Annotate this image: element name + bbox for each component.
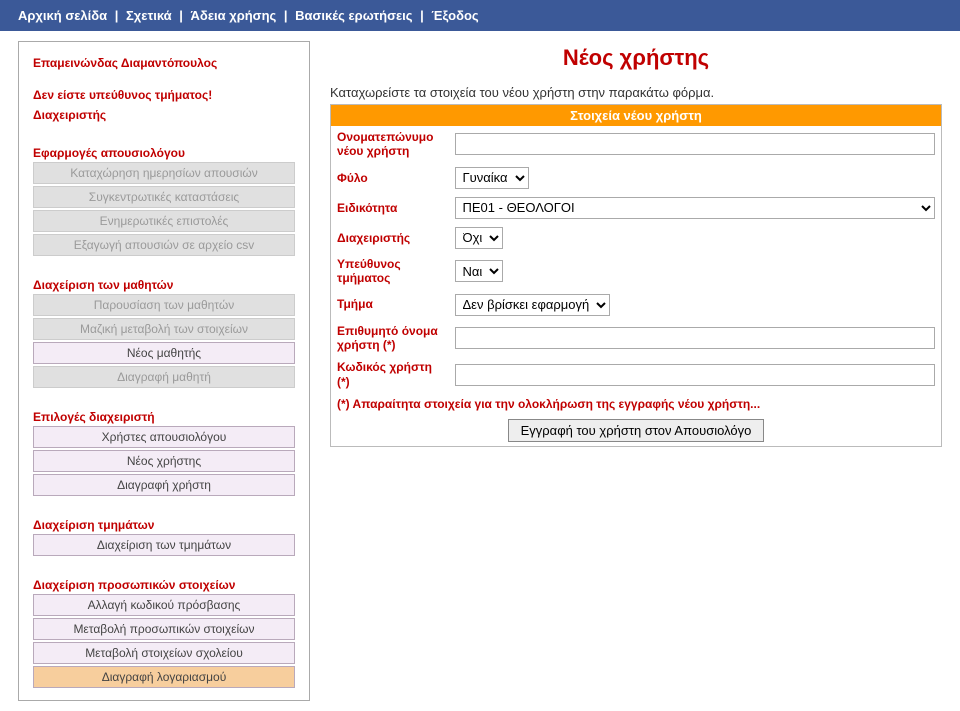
nav-faq[interactable]: Βασικές ερωτήσεις [295,8,412,23]
menu-delete-student[interactable]: Διαγραφή μαθητή [33,366,295,388]
menu-new-user[interactable]: Νέος χρήστης [33,450,295,472]
label-supervisor: Υπεύθυνος τμήματος [331,253,449,290]
main-content: Νέος χρήστης Καταχωρείστε τα στοιχεία το… [330,41,942,447]
top-nav: Αρχική σελίδα | Σχετικά | Άδεια χρήσης |… [0,0,960,31]
form-header: Στοιχεία νέου χρήστη [331,105,942,127]
form-footnote: (*) Απαραίτητα στοιχεία για την ολοκλήρω… [331,393,942,415]
user-name: Επαμεινώνδας Διαμαντόπουλος [27,54,301,72]
label-username: Επιθυμητό όνομα χρήστη (*) [331,320,449,357]
section-admin-heading: Επιλογές διαχειριστή [27,406,301,426]
page-description: Καταχωρείστε τα στοιχεία του νέου χρήστη… [330,85,942,100]
label-admin: Διαχειριστής [331,223,449,253]
label-specialty: Ειδικότητα [331,193,449,223]
label-password: Κωδικός χρήστη (*) [331,356,449,393]
section-personal-heading: Διαχείριση προσωπικών στοιχείων [27,574,301,594]
menu-show-students[interactable]: Παρουσίαση των μαθητών [33,294,295,316]
menu-change-password[interactable]: Αλλαγή κωδικού πρόσβασης [33,594,295,616]
nav-license[interactable]: Άδεια χρήσης [191,8,277,23]
submit-button[interactable] [508,419,765,442]
menu-letters[interactable]: Ενημερωτικές επιστολές [33,210,295,232]
select-admin[interactable]: Όχι [455,227,503,249]
section-classes-heading: Διαχείριση τμημάτων [27,514,301,534]
section-absences-heading: Εφαρμογές απουσιολόγου [27,142,301,162]
sidebar: Επαμεινώνδας Διαμαντόπουλος Δεν είστε υπ… [18,41,310,701]
menu-users[interactable]: Χρήστες απουσιολόγου [33,426,295,448]
menu-export-csv[interactable]: Εξαγωγή απουσιών σε αρχείο csv [33,234,295,256]
menu-bulk-edit[interactable]: Μαζική μεταβολή των στοιχείων [33,318,295,340]
label-fullname: Ονοματεπώνυμο νέου χρήστη [331,126,449,163]
menu-new-student[interactable]: Νέος μαθητής [33,342,295,364]
user-status-1: Δεν είστε υπεύθυνος τμήματος! [27,86,301,104]
user-status-2: Διαχειριστής [27,106,301,124]
input-username[interactable] [455,327,936,349]
input-fullname[interactable] [455,133,936,155]
new-user-form: Στοιχεία νέου χρήστη Ονοματεπώνυμο νέου … [330,104,942,447]
menu-daily-absences[interactable]: Καταχώρηση ημερησίων απουσιών [33,162,295,184]
select-section[interactable]: Δεν βρίσκει εφαρμογή [455,294,610,316]
menu-manage-classes[interactable]: Διαχείριση των τμημάτων [33,534,295,556]
select-specialty[interactable]: ΠΕ01 - ΘΕΟΛΟΓΟΙ [455,197,936,219]
menu-summary[interactable]: Συγκεντρωτικές καταστάσεις [33,186,295,208]
page-title: Νέος χρήστης [330,45,942,71]
nav-logout[interactable]: Έξοδος [431,8,478,23]
menu-delete-user[interactable]: Διαγραφή χρήστη [33,474,295,496]
menu-edit-personal[interactable]: Μεταβολή προσωπικών στοιχείων [33,618,295,640]
menu-delete-account[interactable]: Διαγραφή λογαριασμού [33,666,295,688]
select-gender[interactable]: Γυναίκα [455,167,529,189]
nav-about[interactable]: Σχετικά [126,8,172,23]
input-password[interactable] [455,364,936,386]
label-section: Τμήμα [331,290,449,320]
select-supervisor[interactable]: Ναι [455,260,503,282]
menu-edit-school[interactable]: Μεταβολή στοιχείων σχολείου [33,642,295,664]
nav-home[interactable]: Αρχική σελίδα [18,8,107,23]
label-gender: Φύλο [331,163,449,193]
section-students-heading: Διαχείριση των μαθητών [27,274,301,294]
